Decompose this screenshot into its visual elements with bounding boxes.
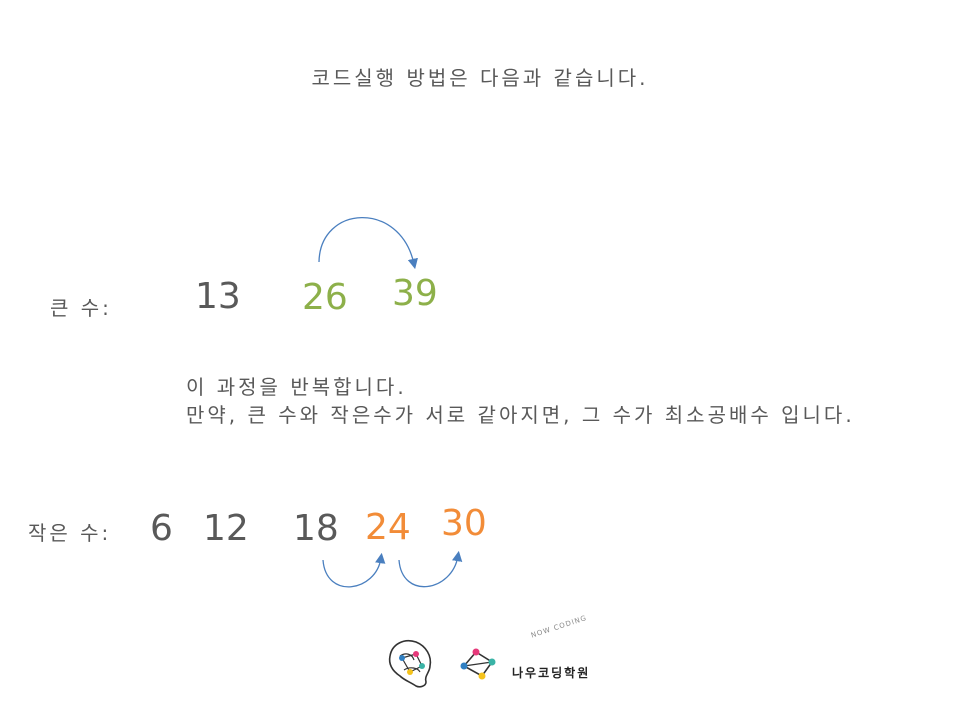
network-logo-icon: [460, 648, 496, 680]
arrow-18-to-24: [322, 552, 386, 588]
arrow-24-to-30: [398, 550, 463, 588]
logo-name: 나우코딩학원: [512, 666, 591, 680]
step-arrows: [318, 217, 463, 588]
brain-logo-icon: [388, 640, 432, 688]
arrow-26-to-39: [318, 217, 418, 270]
